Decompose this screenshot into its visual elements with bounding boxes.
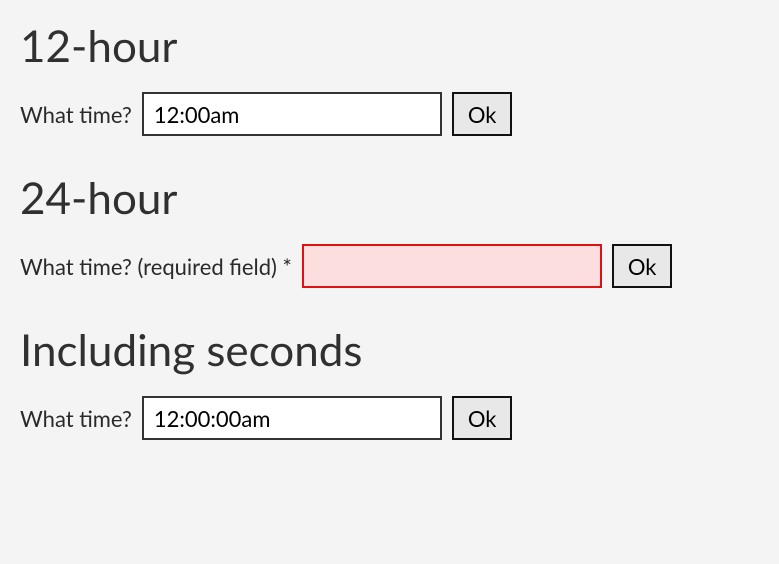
label-seconds: What time? — [20, 405, 132, 432]
form-row-12-hour: What time? Ok — [20, 92, 759, 136]
label-24-hour: What time? (required field) * — [20, 253, 292, 280]
section-24-hour: 24-hour What time? (required field) * Ok — [20, 172, 759, 288]
time-input-seconds[interactable] — [142, 396, 442, 440]
time-input-24-hour[interactable] — [302, 244, 602, 288]
time-input-12-hour[interactable] — [142, 92, 442, 136]
section-12-hour: 12-hour What time? Ok — [20, 20, 759, 136]
heading-12-hour: 12-hour — [20, 20, 759, 72]
section-seconds: Including seconds What time? Ok — [20, 324, 759, 440]
heading-24-hour: 24-hour — [20, 172, 759, 224]
ok-button-12-hour[interactable]: Ok — [452, 92, 513, 136]
label-12-hour: What time? — [20, 101, 132, 128]
form-row-seconds: What time? Ok — [20, 396, 759, 440]
ok-button-seconds[interactable]: Ok — [452, 396, 513, 440]
heading-seconds: Including seconds — [20, 324, 759, 376]
ok-button-24-hour[interactable]: Ok — [612, 244, 673, 288]
form-row-24-hour: What time? (required field) * Ok — [20, 244, 759, 288]
